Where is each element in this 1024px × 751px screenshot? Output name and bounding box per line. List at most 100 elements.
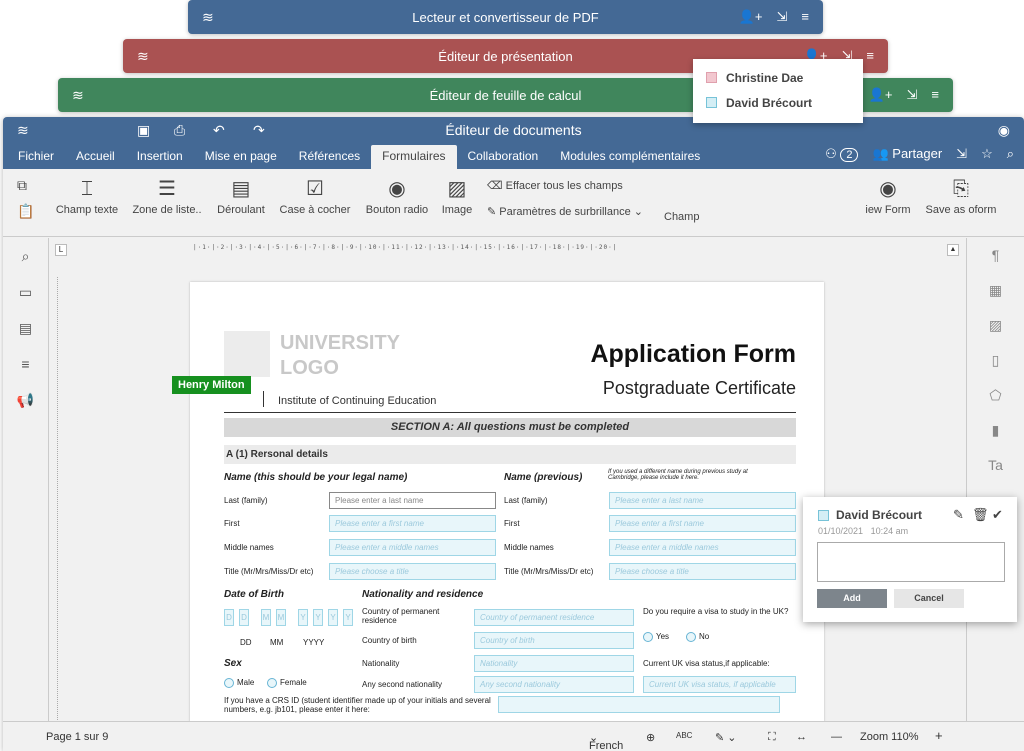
save-oform-button[interactable]: ⎘ Save as oform xyxy=(921,174,1001,216)
spellcheck-icon[interactable]: ABC xyxy=(676,731,692,740)
radio-button-button[interactable]: ◉ Bouton radio xyxy=(361,174,433,216)
dob-digit[interactable]: Y xyxy=(313,609,323,626)
pdf-editor-window[interactable]: ≋ Lecteur et convertisseur de PDF 👤+ ⇲ ≡ xyxy=(188,0,823,34)
visa-yes-radio[interactable]: Yes xyxy=(643,632,669,642)
field-button[interactable]: Champ xyxy=(664,211,699,223)
menu-icon[interactable]: ≡ xyxy=(801,9,809,25)
crs-input[interactable] xyxy=(498,696,780,713)
previous-first-name-input[interactable]: Please enter a first name xyxy=(609,515,796,532)
tab-collaboration[interactable]: Collaboration xyxy=(457,145,550,169)
cancel-comment-button[interactable]: Cancel xyxy=(894,589,964,608)
tab-plugins[interactable]: Modules complémentaires xyxy=(549,145,711,169)
add-user-icon[interactable]: 👤+ xyxy=(869,87,893,103)
dropdown-button[interactable]: ▤ Déroulant xyxy=(211,174,271,216)
menu-icon[interactable]: ≡ xyxy=(931,87,939,103)
dob-digit[interactable]: Y xyxy=(343,609,353,626)
form-subtitle: Postgraduate Certificate xyxy=(602,378,796,398)
table-icon[interactable]: ▦ xyxy=(967,273,1024,308)
copy-icon[interactable]: ⧉ xyxy=(17,177,27,194)
nationality-input[interactable]: Nationality xyxy=(474,655,634,672)
dob-digit[interactable]: Y xyxy=(298,609,308,626)
visa-no-radio[interactable]: No xyxy=(686,632,709,642)
tab-insert[interactable]: Insertion xyxy=(126,145,194,169)
tab-file[interactable]: Fichier xyxy=(7,145,65,169)
open-location-icon[interactable]: ⇲ xyxy=(907,87,918,103)
chart-icon[interactable]: ▮ xyxy=(967,413,1024,448)
first-name-input[interactable]: Please enter a first name xyxy=(329,515,496,532)
collapse-ruler-button[interactable]: ▲ xyxy=(947,244,959,256)
shape-icon[interactable]: ⬠ xyxy=(967,378,1024,413)
tab-home[interactable]: Accueil xyxy=(65,145,126,169)
edit-icon[interactable]: ✎ xyxy=(953,507,964,523)
country-birth-input[interactable]: Country of birth xyxy=(474,632,634,649)
user-item[interactable]: David Brécourt xyxy=(693,90,863,115)
language-selector[interactable]: French ⌄ xyxy=(589,731,623,751)
paste-icon[interactable]: 📋 xyxy=(17,203,34,220)
zoom-out-icon[interactable]: — xyxy=(831,731,842,743)
chat-icon[interactable]: ▤ xyxy=(3,310,48,346)
tab-forms[interactable]: Formulaires xyxy=(371,145,457,169)
feedback-icon[interactable]: 📢 xyxy=(3,382,48,418)
dob-digit[interactable]: Y xyxy=(328,609,338,626)
institute-name: Institute of Continuing Education xyxy=(278,395,437,407)
add-user-icon[interactable]: 👤+ xyxy=(739,9,763,25)
previous-title-dropdown[interactable]: Please choose a title xyxy=(609,563,796,580)
header-footer-icon[interactable]: ▯ xyxy=(967,343,1024,378)
comment-textarea[interactable] xyxy=(817,542,1005,582)
personal-details-heading: A (1) Rersonal details xyxy=(224,445,796,464)
fit-page-icon[interactable]: ⛶ xyxy=(768,731,776,744)
dob-digit[interactable]: D xyxy=(239,609,249,626)
tab-references[interactable]: Références xyxy=(288,145,371,169)
horizontal-ruler[interactable]: |·1·|·2·|·3·|·4·|·5·|·6·|·7·|·8·|·9·|·10… xyxy=(193,244,808,258)
highlight-settings-button[interactable]: ✎ Paramètres de surbrillance ⌄ xyxy=(487,205,643,218)
vertical-ruler[interactable] xyxy=(57,277,67,722)
search-icon[interactable]: ⌕ xyxy=(3,238,48,274)
dob-digit[interactable]: M xyxy=(261,609,271,626)
image-button[interactable]: ▨ Image xyxy=(439,174,475,216)
dob-digit[interactable]: D xyxy=(224,609,234,626)
navigation-icon[interactable]: ≡ xyxy=(3,346,48,382)
open-location-icon[interactable]: ⇲ xyxy=(956,146,967,162)
open-location-icon[interactable]: ⇲ xyxy=(777,9,788,25)
user-item[interactable]: Christine Dae xyxy=(693,65,863,90)
page-counter: Page 1 sur 9 xyxy=(46,731,109,743)
resolve-check-icon[interactable]: ✔ xyxy=(992,507,1003,523)
visa-status-input[interactable]: Current UK visa status, if applicable xyxy=(643,676,796,693)
trash-icon[interactable]: 🗑 xyxy=(972,507,989,523)
track-changes-icon[interactable]: ✎ ⌄ xyxy=(715,731,737,744)
radio-icon: ◉ xyxy=(388,178,406,200)
previous-middle-names-input[interactable]: Please enter a middle names xyxy=(609,539,796,556)
checkbox-button[interactable]: ☑ Case à cocher xyxy=(275,174,355,216)
tab-stop-selector[interactable]: L xyxy=(55,244,67,256)
middle-names-input[interactable]: Please enter a middle names xyxy=(329,539,496,556)
male-radio[interactable]: Male xyxy=(224,678,254,688)
comment-author: David Brécourt xyxy=(836,508,923,522)
second-nationality-input[interactable]: Any second nationality xyxy=(474,676,634,693)
previous-last-name-input[interactable]: Please enter a last name xyxy=(609,492,796,509)
image-icon[interactable]: ▨ xyxy=(967,308,1024,343)
fit-width-icon[interactable]: ↔ xyxy=(796,731,807,743)
list-box-button[interactable]: ☰ Zone de liste.. xyxy=(129,174,205,216)
clear-fields-button[interactable]: ⌫ Effacer tous les champs xyxy=(487,179,623,192)
star-icon[interactable]: ☆ xyxy=(981,146,993,162)
tab-layout[interactable]: Mise en page xyxy=(194,145,288,169)
document-page[interactable]: UNIVERSITY LOGO Institute of Continuing … xyxy=(190,282,824,722)
text-field-button[interactable]: ⌶ Champ texte xyxy=(55,174,119,216)
search-icon[interactable]: ⌕ xyxy=(1007,146,1014,162)
menu-icon[interactable]: ≡ xyxy=(866,48,874,64)
co-editors-button[interactable]: ⚇ 2 xyxy=(825,146,859,162)
view-form-button[interactable]: ◉ iew Form xyxy=(863,174,913,216)
last-name-input[interactable]: Please enter a last name xyxy=(329,492,496,509)
text-art-icon[interactable]: Ta xyxy=(967,448,1024,483)
zoom-in-icon[interactable]: + xyxy=(935,728,943,743)
dob-digit[interactable]: M xyxy=(276,609,286,626)
user-avatar-icon[interactable]: ◉ xyxy=(998,122,1010,139)
paragraph-icon[interactable]: ¶ xyxy=(967,238,1024,273)
residence-input[interactable]: Country of permanent residence xyxy=(474,609,634,626)
female-radio[interactable]: Female xyxy=(267,678,307,688)
comments-icon[interactable]: ▭ xyxy=(3,274,48,310)
title-dropdown[interactable]: Please choose a title xyxy=(329,563,496,580)
share-button[interactable]: 👥 Partager xyxy=(872,146,942,162)
globe-icon[interactable]: ⊕ xyxy=(646,731,655,744)
add-comment-button[interactable]: Add xyxy=(817,589,887,608)
